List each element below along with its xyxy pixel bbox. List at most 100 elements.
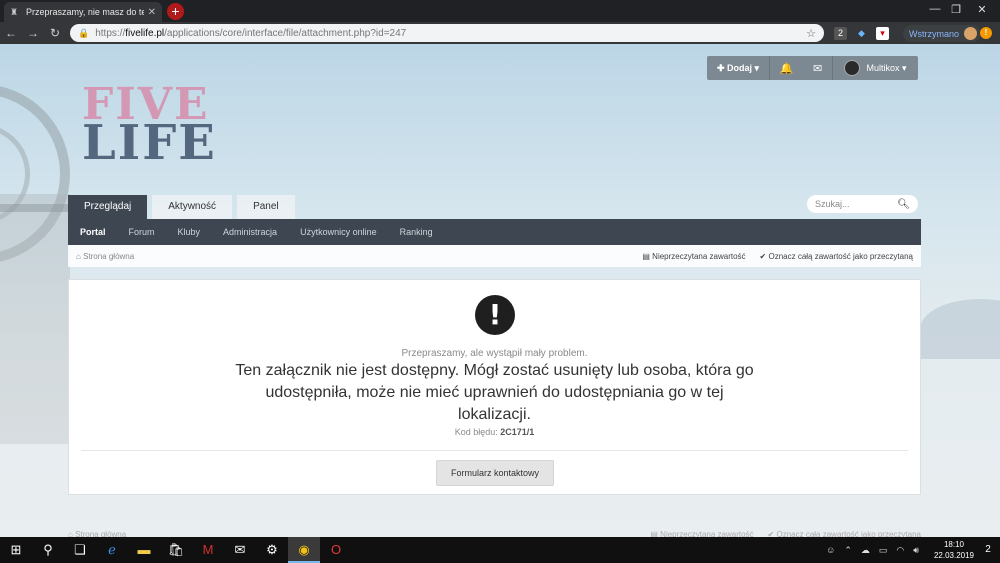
subnav-forum[interactable]: Forum	[129, 227, 155, 237]
bell-icon[interactable]: 🔔	[780, 62, 794, 75]
username: Multikox	[866, 63, 900, 73]
unread-content-link[interactable]: ▤ Nieprzeczytana zawartość	[642, 252, 745, 261]
add-label: Dodaj	[727, 63, 753, 73]
subnav-ranking[interactable]: Ranking	[400, 227, 433, 237]
mcafee-icon[interactable]: M	[192, 537, 224, 563]
subnav-clubs[interactable]: Kluby	[178, 227, 201, 237]
tab-browse[interactable]: Przeglądaj	[68, 195, 148, 219]
footer-unread-label: Nieprzeczytana zawartość	[660, 530, 754, 537]
footer-home-label: Strona główna	[75, 530, 127, 537]
site-logo[interactable]: FIVE LIFE	[82, 79, 222, 171]
bookmark-star-icon[interactable]: ☆	[806, 27, 816, 40]
logo-text-bottom: LIFE	[82, 115, 217, 171]
clock-date: 22.03.2019	[933, 551, 974, 560]
address-bar[interactable]: 🔒 https://fivelife.pl/applications/core/…	[70, 24, 824, 42]
error-code-value: 2C171/1	[500, 427, 535, 437]
main-nav-tabs: Przeglądaj Aktywność Panel	[68, 195, 300, 219]
search-input[interactable]: Szukaj... 🔍︎	[807, 195, 918, 213]
subnav-portal[interactable]: Portal	[80, 227, 106, 237]
restore-icon[interactable]: ❐	[946, 3, 966, 16]
diamond-extension-icon[interactable]: ◆	[855, 27, 868, 40]
background-pier	[0, 194, 70, 444]
back-icon[interactable]: ←	[0, 26, 22, 40]
sub-navigation: Portal Forum Kluby Administracja Użytkow…	[68, 219, 921, 245]
steam-icon[interactable]: ⚙	[256, 537, 288, 563]
error-card: ! Przepraszamy, ale wystąpił mały proble…	[68, 279, 921, 495]
plus-icon: ✚	[716, 62, 727, 73]
error-heading: Przepraszamy, ale wystąpił mały problem.	[401, 348, 588, 359]
tab-title: Przepraszamy, nie masz do tego...	[26, 7, 144, 17]
subnav-administration[interactable]: Administracja	[223, 227, 277, 237]
footer-home-link[interactable]: ⌂ Strona główna	[68, 530, 126, 537]
profile-avatar	[964, 27, 978, 40]
action-center-icon[interactable]: 2	[980, 542, 996, 558]
mark-read-link[interactable]: ✔ Oznacz całą zawartość jako przeczytaną	[760, 252, 913, 261]
tray-chevron-icon[interactable]: ⌃	[844, 545, 852, 556]
tab-activity[interactable]: Aktywność	[152, 195, 233, 219]
browser-tab[interactable]: ♜ Przepraszamy, nie masz do tego... ✕	[4, 2, 162, 22]
task-view-icon[interactable]: ❏	[64, 537, 96, 563]
wifi-icon[interactable]: ◠	[896, 545, 904, 556]
error-code-label: Kod błędu:	[454, 427, 498, 437]
chrome-icon[interactable]: ◉	[288, 537, 320, 563]
user-menu-button[interactable]: Multikox ▾	[833, 56, 918, 80]
battery-icon[interactable]: ▭	[879, 545, 888, 556]
unread-icon: ▤	[642, 251, 653, 261]
search-icon[interactable]: 🔍︎	[897, 199, 910, 210]
unread-label: Nieprzeczytana zawartość	[652, 251, 746, 261]
breadcrumb-home-link[interactable]: Strona główna	[83, 252, 134, 261]
profile-paused-button[interactable]: Wstrzymano	[903, 25, 982, 42]
close-window-icon[interactable]: ✕	[972, 3, 992, 16]
clock-time: 18:10	[943, 540, 964, 549]
tab-panel[interactable]: Panel	[237, 195, 295, 219]
notification-count: 2	[985, 544, 991, 555]
footer-unread-link[interactable]: ▤ Nieprzeczytana zawartość	[650, 530, 753, 537]
footer-mark-read-label: Oznacz całą zawartość jako przeczytaną	[776, 530, 921, 537]
background-hill	[920, 299, 1000, 359]
user-bar: ✚ Dodaj ▾ 🔔 ✉ Multikox ▾	[707, 56, 918, 80]
reload-icon[interactable]: ↻	[44, 26, 66, 40]
search-taskbar-icon[interactable]: ⚲	[32, 537, 64, 563]
network-cloud-icon[interactable]: ☁	[861, 545, 870, 556]
system-tray: ☺ ⌃ ☁ ▭ ◠ 🔊︎ 18:10 22.03.2019	[826, 537, 974, 563]
forward-icon[interactable]: →	[22, 26, 44, 40]
notification-icons: 🔔 ✉	[770, 56, 833, 80]
store-icon[interactable]: 🛍	[160, 537, 192, 563]
home-icon: ⌂	[76, 251, 84, 261]
extension-badge: 2	[837, 28, 843, 38]
footer-mark-read-link[interactable]: ✔ Oznacz całą zawartość jako przeczytaną	[768, 530, 921, 537]
error-message: Ten załącznik nie jest dostępny. Mógł zo…	[235, 362, 754, 423]
paused-label: Wstrzymano	[909, 28, 960, 39]
contact-form-button[interactable]: Formularz kontaktowy	[436, 460, 554, 486]
lock-icon: 🔒	[78, 27, 90, 38]
subnav-online-users[interactable]: Użytkownicy online	[300, 227, 377, 237]
envelope-icon[interactable]: ✉	[813, 62, 822, 75]
new-tab-button[interactable]: +	[167, 3, 184, 20]
pocket-extension-icon[interactable]: ▾	[876, 27, 889, 40]
add-button[interactable]: ✚ Dodaj ▾	[707, 56, 770, 80]
search-placeholder: Szukaj...	[815, 199, 850, 209]
opera-icon[interactable]: O	[320, 537, 352, 563]
mail-icon[interactable]: ✉	[224, 537, 256, 563]
tab-favicon-icon: ♜	[10, 7, 19, 17]
browser-toolbar: ← → ↻ 🔒 https://fivelife.pl/applications…	[0, 22, 1000, 44]
clock[interactable]: 18:10 22.03.2019	[934, 539, 974, 561]
background-rail	[0, 204, 70, 212]
chevron-down-icon: ▾	[752, 62, 760, 73]
extension-icon[interactable]: 2	[834, 27, 847, 40]
exclamation-icon: !	[475, 295, 515, 335]
browser-menu-icon[interactable]: !	[980, 27, 992, 39]
volume-icon[interactable]: 🔊︎	[913, 545, 919, 556]
people-icon[interactable]: ☺	[826, 545, 835, 555]
windows-taskbar: ⊞ ⚲ ❏ ℯ ▬ 🛍 M ✉ ⚙ ◉ O ☺ ⌃ ☁ ▭ ◠ 🔊︎ 18:10…	[0, 537, 1000, 563]
breadcrumb: ⌂ Strona główna ▤ Nieprzeczytana zawarto…	[68, 245, 921, 267]
footer-breadcrumb: ⌂ Strona główna ▤ Nieprzeczytana zawarto…	[68, 530, 921, 537]
edge-icon[interactable]: ℯ	[96, 537, 128, 563]
windows-start-icon[interactable]: ⊞	[0, 537, 32, 563]
divider	[81, 450, 908, 451]
tab-close-icon[interactable]: ✕	[148, 7, 156, 18]
minimize-icon[interactable]: —	[925, 3, 945, 15]
file-explorer-icon[interactable]: ▬	[128, 537, 160, 563]
url-text[interactable]: https://fivelife.pl/applications/core/in…	[95, 28, 806, 39]
page-viewport: FIVE LIFE ✚ Dodaj ▾ 🔔 ✉ Multikox ▾ Przeg…	[0, 44, 1000, 537]
